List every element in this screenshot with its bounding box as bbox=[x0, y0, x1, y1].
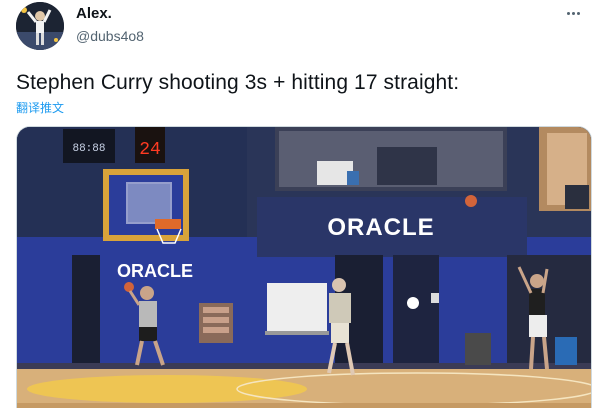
more-dot bbox=[576, 11, 580, 15]
more-options-icon[interactable] bbox=[562, 6, 584, 20]
display-name[interactable]: Alex. bbox=[76, 5, 144, 23]
tweet-media-image[interactable]: 88:88 24 ORACLE ORACLE bbox=[16, 126, 592, 408]
tweet-author: Alex. @dubs4o8 bbox=[76, 5, 144, 45]
tweet-text: Stephen Curry shooting 3s + hitting 17 s… bbox=[16, 71, 460, 94]
tweet-card: Alex. @dubs4o8 Stephen Curry shooting 3s… bbox=[0, 0, 594, 408]
avatar[interactable] bbox=[16, 2, 64, 50]
scoreboard-display: 88:88 bbox=[72, 143, 105, 155]
gym-scene: 88:88 24 ORACLE ORACLE bbox=[17, 127, 591, 408]
baseline-oracle-sign: ORACLE bbox=[117, 261, 193, 281]
more-dot bbox=[566, 11, 570, 15]
translate-tweet-link[interactable]: 翻译推文 bbox=[16, 99, 64, 116]
shot-clock-display: 24 bbox=[139, 140, 161, 160]
more-dot bbox=[571, 11, 575, 15]
wall-oracle-sign: ORACLE bbox=[327, 214, 434, 241]
avatar-icon bbox=[16, 2, 64, 50]
user-handle[interactable]: @dubs4o8 bbox=[76, 27, 144, 45]
